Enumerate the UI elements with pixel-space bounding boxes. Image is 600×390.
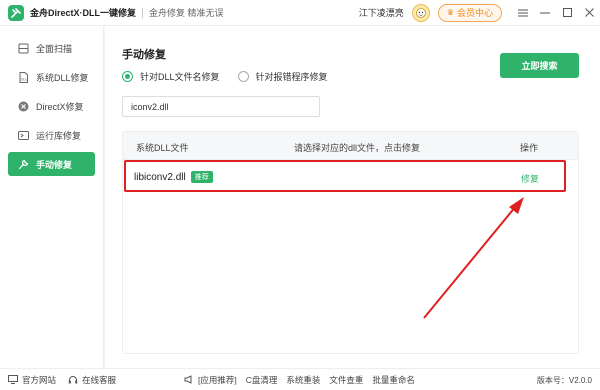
app-title: 金舟DirectX·DLL一键修复 [30, 8, 137, 18]
link-file-dedupe[interactable]: 文件查重 [329, 374, 363, 386]
close-icon[interactable] [578, 0, 600, 26]
sidebar-item-label: DirectX修复 [36, 101, 84, 112]
column-header-operation: 操作 [520, 143, 539, 153]
wrench-icon [17, 158, 29, 170]
status-bar: 官方网站 在线客服 [应用推荐] C盘清理 系统重装 文件查重 批量重命名 版本… [0, 368, 600, 390]
sidebar-item-label: 手动修复 [36, 159, 73, 170]
sidebar-item-label: 运行库修复 [36, 130, 82, 141]
online-support-label: 在线客服 [82, 374, 117, 385]
sidebar: 全面扫描 DLL 系统DLL修复 DirectX修复 运行库修复 手动修复 [0, 26, 104, 368]
sidebar-item-label: 系统DLL修复 [36, 72, 89, 83]
table-header: 系统DLL文件 请选择对应的dll文件，点击修复 操作 [123, 132, 578, 160]
sidebar-item-manual-repair[interactable]: 手动修复 [8, 152, 95, 176]
link-system-reinstall[interactable]: 系统重装 [286, 374, 320, 386]
radio-unchecked-icon [237, 71, 249, 82]
sidebar-item-runtime[interactable]: 运行库修复 [8, 123, 95, 147]
runtime-library-icon [17, 129, 29, 141]
search-now-button[interactable]: 立即搜索 [500, 53, 579, 78]
radio-checked-icon [122, 71, 133, 82]
title-divider [142, 7, 144, 18]
radio-error-program[interactable]: 针对报错程序修复 [237, 70, 328, 83]
user-avatar-icon[interactable] [411, 3, 430, 22]
version-label: 版本号：V2.0.0 [536, 376, 592, 385]
repair-mode-radio-group: 针对DLL文件名修复 针对报错程序修复 [122, 70, 346, 83]
directx-icon [17, 100, 29, 112]
svg-text:DLL: DLL [21, 77, 27, 81]
app-subtitle: 金舟修复 精准无误 [149, 8, 224, 18]
crown-icon: ♛ [446, 8, 454, 17]
main-panel: 手动修复 针对DLL文件名修复 针对报错程序修复 立即搜索 系统DLL文件 请选… [105, 26, 600, 368]
radio-dll-filename[interactable]: 针对DLL文件名修复 [122, 70, 220, 83]
official-website-link[interactable]: 官方网站 [8, 374, 56, 386]
recommend-links: [应用推荐] C盘清理 系统重装 文件查重 批量重命名 [184, 374, 424, 386]
highlight-box [124, 160, 566, 192]
radio-label: 针对DLL文件名修复 [140, 72, 220, 82]
online-support-link[interactable]: 在线客服 [68, 374, 116, 386]
radio-label: 针对报错程序修复 [255, 72, 328, 82]
maximize-icon[interactable] [556, 0, 578, 26]
sidebar-item-system-dll[interactable]: DLL 系统DLL修复 [8, 65, 95, 89]
link-batch-rename[interactable]: 批量重命名 [372, 374, 415, 386]
megaphone-icon [184, 375, 194, 385]
member-center-button[interactable]: ♛ 会员中心 [437, 3, 502, 22]
sidebar-item-full-scan[interactable]: 全面扫描 [8, 36, 95, 60]
link-c-drive-clean[interactable]: C盘清理 [246, 374, 278, 386]
page-title: 手动修复 [122, 49, 166, 61]
minimize-icon[interactable] [534, 0, 556, 26]
official-website-label: 官方网站 [22, 374, 57, 385]
member-center-label: 会员中心 [456, 8, 493, 18]
sidebar-item-label: 全面扫描 [36, 43, 73, 54]
headset-icon [68, 375, 78, 385]
menu-icon[interactable] [512, 0, 534, 26]
scan-icon [17, 42, 29, 54]
title-bar: 金舟DirectX·DLL一键修复 金舟修复 精准无误 江下凌漂亮 ♛ 会员中心 [0, 0, 600, 26]
username[interactable]: 江下凌漂亮 [359, 6, 404, 19]
monitor-icon [8, 375, 18, 385]
column-header-dll-file: 系统DLL文件 [136, 143, 189, 153]
dll-search-input[interactable] [122, 96, 320, 117]
column-header-instruction: 请选择对应的dll文件，点击修复 [294, 143, 421, 153]
sidebar-item-directx[interactable]: DirectX修复 [8, 94, 95, 118]
tools-logo-icon [8, 4, 24, 21]
app-recommend-label: [应用推荐] [198, 375, 237, 385]
dll-file-icon: DLL [17, 71, 29, 83]
